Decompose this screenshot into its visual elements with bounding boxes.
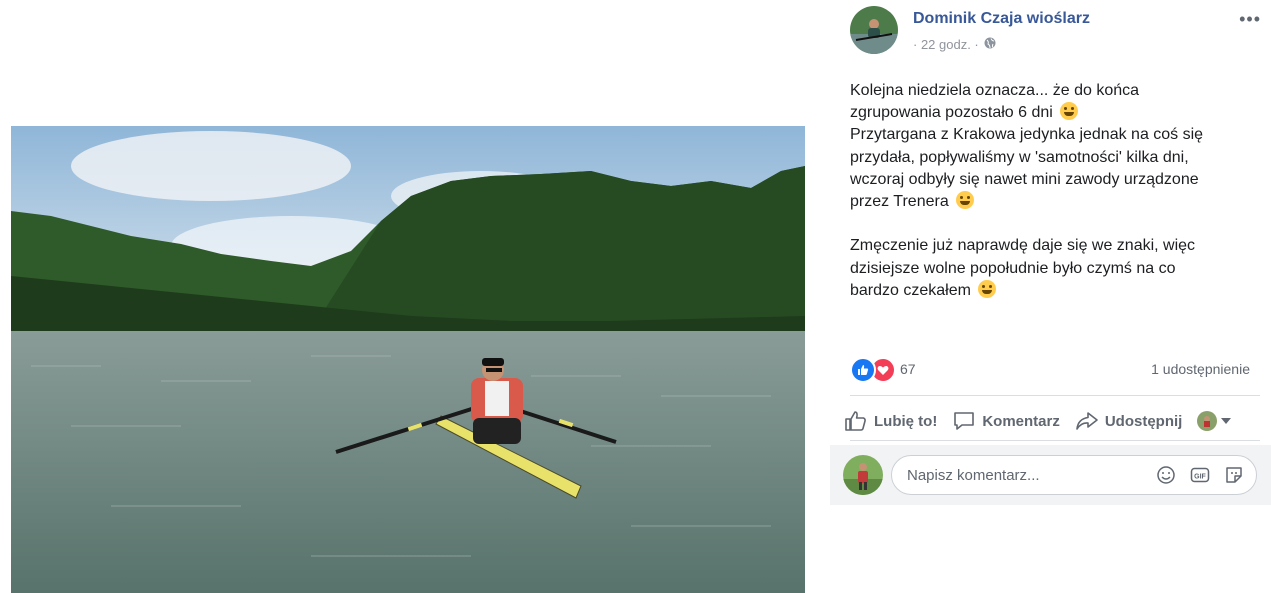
post-as-selector[interactable] xyxy=(1197,411,1232,431)
comment-input[interactable]: Napisz komentarz... GIF xyxy=(891,455,1257,495)
grinning-face-icon xyxy=(1060,102,1079,121)
svg-text:GIF: GIF xyxy=(1194,474,1206,481)
post-actions: Lubię to! Komentarz Udostępnij xyxy=(844,404,1264,438)
post-sidebar: Dominik Czaja wioślarz · 22 godz. · ••• … xyxy=(830,0,1271,593)
comment-placeholder: Napisz komentarz... xyxy=(907,467,1040,484)
speech-bubble-icon xyxy=(954,412,975,430)
reactions-count[interactable]: 67 xyxy=(900,361,916,377)
smiling-face-icon xyxy=(978,279,997,298)
post-text-line: Zmęczenie już naprawdę daje się we znaki… xyxy=(850,237,1196,255)
like-label: Lubię to! xyxy=(874,412,938,430)
globe-icon[interactable] xyxy=(984,37,996,52)
author-avatar[interactable] xyxy=(850,6,898,54)
post-text-line: przez Trenera xyxy=(850,193,949,211)
post-text-line: dzisiejsze wolne popołudnie było czymś n… xyxy=(850,259,1176,277)
post-timestamp[interactable]: · 22 godz. · xyxy=(913,37,979,52)
chevron-down-icon xyxy=(1221,418,1232,424)
comment-button[interactable]: Komentarz xyxy=(952,410,1060,432)
post-text-line: Kolejna niedziela oznacza... że do końca xyxy=(850,82,1140,99)
user-avatar[interactable] xyxy=(843,455,883,495)
post-meta: · 22 godz. · xyxy=(913,37,996,52)
emoji-icon[interactable] xyxy=(1156,465,1176,485)
post-text-line: zgrupowania pozostało 6 dni xyxy=(850,104,1053,122)
divider xyxy=(850,395,1260,396)
rower-on-lake-image xyxy=(11,126,805,593)
like-icon[interactable] xyxy=(850,357,876,383)
more-options-button[interactable]: ••• xyxy=(1239,9,1261,30)
post-header: Dominik Czaja wioślarz · 22 godz. · ••• xyxy=(850,6,1261,56)
divider xyxy=(850,440,1260,441)
post-body: Kolejna niedziela oznacza... że do końca… xyxy=(850,80,1250,302)
author-name-link[interactable]: Dominik Czaja wioślarz xyxy=(913,10,1090,28)
shares-count[interactable]: 1 udostępnienie xyxy=(1151,361,1250,377)
share-button[interactable]: Udostępnij xyxy=(1075,410,1183,432)
upside-down-face-icon xyxy=(956,191,975,210)
post-photo[interactable] xyxy=(11,126,805,593)
like-button[interactable]: Lubię to! xyxy=(844,410,937,432)
share-label: Udostępnij xyxy=(1104,412,1183,430)
post-text-line: Przytargana z Krakowa jedynka jednak na … xyxy=(850,126,1204,144)
photo-viewer xyxy=(0,0,830,593)
gif-icon[interactable]: GIF xyxy=(1190,465,1210,485)
page-avatar xyxy=(1197,411,1218,431)
comment-label: Komentarz xyxy=(982,412,1060,430)
post-text-line: bardzo czekałem xyxy=(850,281,971,299)
comment-composer: Napisz komentarz... GIF xyxy=(830,445,1271,505)
post-text-line: wczoraj odbyły się nawet mini zawody urz… xyxy=(850,170,1199,188)
share-arrow-icon xyxy=(1076,412,1098,430)
sticker-icon[interactable] xyxy=(1224,465,1244,485)
post-text-line: przydała, popływaliśmy w 'samotności' ki… xyxy=(850,148,1189,166)
reactions-bar: 67 1 udostępnienie xyxy=(850,354,1260,384)
thumbs-up-icon xyxy=(845,411,866,431)
comment-tools: GIF xyxy=(1156,465,1244,485)
